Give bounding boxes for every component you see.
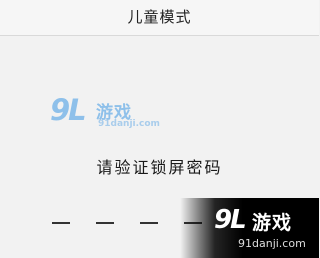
watermark-corner-brand: 游戏 [252, 212, 293, 234]
watermark-corner-url: 91danji.com [238, 237, 306, 250]
nav-bar: 儿童模式 [0, 0, 319, 36]
watermark-corner-logo-mark: 9L [214, 205, 247, 235]
child-mode-screen: 儿童模式 9L 游戏 91danji.com 请验证锁屏密码 9L 游戏 91d… [0, 0, 319, 258]
password-prompt: 请验证锁屏密码 [96, 158, 223, 177]
pin-slot-2 [96, 222, 114, 224]
watermark-logo-mark: 9L [50, 93, 87, 127]
pin-slot-1 [52, 222, 70, 224]
watermark-corner: 9L 游戏 91danji.com [180, 198, 319, 258]
pin-slot-3 [140, 222, 158, 224]
watermark-url: 91danji.com [98, 119, 160, 129]
watermark-logo: 9L 游戏 91danji.com [50, 95, 160, 137]
page-title: 儿童模式 [127, 8, 192, 26]
